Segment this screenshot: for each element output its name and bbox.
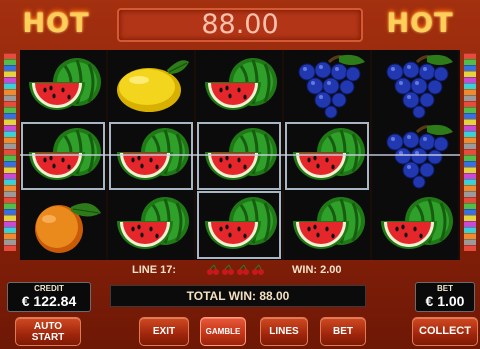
collect-button[interactable]: COLLECT [412, 317, 478, 346]
grapes-icon [285, 52, 369, 120]
payline-indicators-left [4, 53, 16, 253]
watermelon-icon [109, 191, 193, 259]
grapes-icon [373, 122, 457, 190]
hot-logo-right: HOT [386, 8, 454, 39]
line-label: LINE 17: [132, 264, 177, 276]
payline-stripe [4, 245, 16, 251]
watermelon-icon [21, 122, 105, 190]
win-display: 88.00 [117, 8, 363, 42]
watermelon-icon [109, 122, 193, 190]
winning-payline [20, 154, 460, 156]
total-win-display: TOTAL WIN: 88.00 [110, 285, 366, 307]
orange-icon [21, 191, 105, 259]
auto-start-line1: AUTO [33, 321, 63, 332]
cherry-symbols-icon [205, 264, 267, 276]
line-win-label: WIN: 2.00 [292, 264, 342, 276]
watermelon-icon [373, 191, 457, 259]
bet-value: € 1.00 [425, 293, 465, 309]
credit-box: CREDIT € 122.84 [7, 282, 91, 312]
hot-logo-left: HOT [22, 8, 90, 39]
auto-start-line2: START [31, 332, 65, 343]
info-bar: LINE 17: WIN: 2.00 [0, 262, 480, 278]
credit-caption: CREDIT [34, 284, 64, 293]
payline-stripe [464, 245, 476, 251]
bet-button[interactable]: BET [320, 317, 366, 346]
exit-button[interactable]: EXIT [139, 317, 189, 346]
watermelon-icon [197, 191, 281, 259]
gamble-button[interactable]: GAMBLE [200, 317, 246, 346]
watermelon-icon [197, 52, 281, 120]
watermelon-icon [197, 122, 281, 190]
grapes-icon [373, 52, 457, 120]
auto-start-button[interactable]: AUTO START [15, 317, 81, 346]
watermelon-icon [285, 191, 369, 259]
bet-box: BET € 1.00 [415, 282, 475, 312]
bet-caption: BET [437, 284, 453, 293]
lemon-icon [109, 52, 193, 120]
credit-value: € 122.84 [21, 293, 77, 309]
payline-indicators-right [464, 53, 476, 253]
lines-button[interactable]: LINES [260, 317, 308, 346]
watermelon-icon [285, 122, 369, 190]
watermelon-icon [21, 52, 105, 120]
